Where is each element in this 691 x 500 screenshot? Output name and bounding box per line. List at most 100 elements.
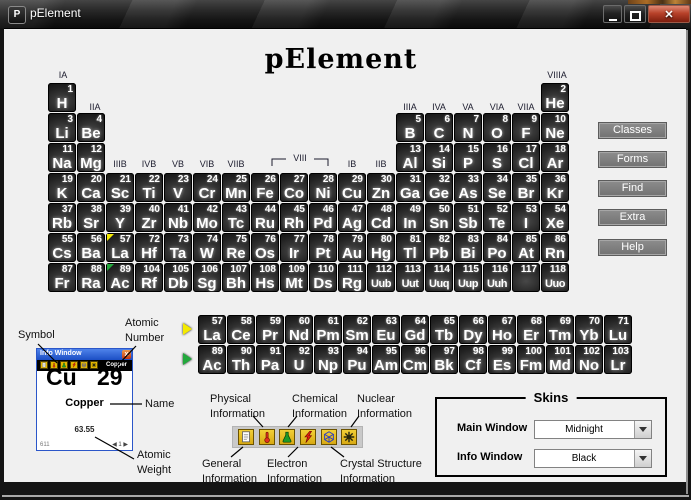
element-cell-Fe[interactable]: 26Fe xyxy=(251,173,279,202)
element-cell-Cr[interactable]: 24Cr xyxy=(193,173,221,202)
element-cell-Pt[interactable]: 78Pt xyxy=(309,233,337,262)
element-cell-Re[interactable]: 75Re xyxy=(222,233,250,262)
element-cell-Tc[interactable]: 43Tc xyxy=(222,203,250,232)
element-cell-Cs[interactable]: 55Cs xyxy=(48,233,76,262)
element-cell-Rf[interactable]: 104Rf xyxy=(135,263,163,292)
dropdown-arrow-icon[interactable] xyxy=(634,450,651,467)
element-cell-As[interactable]: 33As xyxy=(454,173,482,202)
element-cell-Uut[interactable]: 113Uut xyxy=(396,263,424,292)
element-cell-Zr[interactable]: 40Zr xyxy=(135,203,163,232)
element-cell-Au[interactable]: 79Au xyxy=(338,233,366,262)
main-window-skin-dropdown[interactable]: Midnight xyxy=(534,420,652,439)
element-cell-Bk[interactable]: 97Bk xyxy=(430,345,458,374)
info-window-skin-dropdown[interactable]: Black xyxy=(534,449,652,468)
element-cell-Be[interactable]: 4Be xyxy=(77,113,105,142)
element-cell-No[interactable]: 102No xyxy=(575,345,603,374)
element-cell-Lr[interactable]: 103Lr xyxy=(604,345,632,374)
element-cell-Pa[interactable]: 91Pa xyxy=(256,345,284,374)
element-cell-Li[interactable]: 3Li xyxy=(48,113,76,142)
element-cell-Rn[interactable]: 86Rn xyxy=(541,233,569,262)
find-button[interactable]: Find xyxy=(599,181,666,196)
element-cell-Tm[interactable]: 69Tm xyxy=(546,315,574,344)
element-cell-Se[interactable]: 34Se xyxy=(483,173,511,202)
element-cell-Ce[interactable]: 58Ce xyxy=(227,315,255,344)
element-cell-K[interactable]: 19K xyxy=(48,173,76,202)
element-cell-Nb[interactable]: 41Nb xyxy=(164,203,192,232)
element-cell-Pr[interactable]: 59Pr xyxy=(256,315,284,344)
element-cell-Nd[interactable]: 60Nd xyxy=(285,315,313,344)
crystal-structure-information-icon[interactable] xyxy=(321,429,337,445)
element-cell-Br[interactable]: 35Br xyxy=(512,173,540,202)
element-cell-Bh[interactable]: 107Bh xyxy=(222,263,250,292)
element-cell-Ne[interactable]: 10Ne xyxy=(541,113,569,142)
element-cell-Db[interactable]: 105Db xyxy=(164,263,192,292)
element-cell-Ge[interactable]: 32Ge xyxy=(425,173,453,202)
element-cell-Si[interactable]: 14Si xyxy=(425,143,453,172)
element-cell-B[interactable]: 5B xyxy=(396,113,424,142)
element-cell-Yb[interactable]: 70Yb xyxy=(575,315,603,344)
element-cell-Ba[interactable]: 56Ba xyxy=(77,233,105,262)
element-cell-Cu[interactable]: 29Cu xyxy=(338,173,366,202)
element-cell-Tl[interactable]: 81Tl xyxy=(396,233,424,262)
element-cell-Cl[interactable]: 17Cl xyxy=(512,143,540,172)
element-cell-Rb[interactable]: 37Rb xyxy=(48,203,76,232)
element-cell-Mn[interactable]: 25Mn xyxy=(222,173,250,202)
element-cell-Ar[interactable]: 18Ar xyxy=(541,143,569,172)
element-cell-V[interactable]: 23V xyxy=(164,173,192,202)
element-cell-P[interactable]: 15P xyxy=(454,143,482,172)
element-cell-Pm[interactable]: 61Pm xyxy=(314,315,342,344)
minimize-button[interactable] xyxy=(603,5,622,23)
chemical-information-icon[interactable] xyxy=(279,429,295,445)
element-cell-C[interactable]: 6C xyxy=(425,113,453,142)
element-cell-Sr[interactable]: 38Sr xyxy=(77,203,105,232)
element-cell-Am[interactable]: 95Am xyxy=(372,345,400,374)
element-cell-Rh[interactable]: 45Rh xyxy=(280,203,308,232)
element-cell-Gd[interactable]: 64Gd xyxy=(401,315,429,344)
element-cell-Sg[interactable]: 106Sg xyxy=(193,263,221,292)
element-cell-Ir[interactable]: 77Ir xyxy=(280,233,308,262)
element-cell-W[interactable]: 74W xyxy=(193,233,221,262)
element-cell-He[interactable]: 2He xyxy=(541,83,569,112)
element-cell-Hg[interactable]: 80Hg xyxy=(367,233,395,262)
element-cell-O[interactable]: 8O xyxy=(483,113,511,142)
titlebar[interactable]: P pElement xyxy=(0,0,691,28)
element-cell-Tb[interactable]: 65Tb xyxy=(430,315,458,344)
help-button[interactable]: Help xyxy=(599,240,666,255)
element-cell-Zn[interactable]: 30Zn xyxy=(367,173,395,202)
element-cell-Cm[interactable]: 96Cm xyxy=(401,345,429,374)
element-cell-Dy[interactable]: 66Dy xyxy=(459,315,487,344)
element-cell-Pb[interactable]: 82Pb xyxy=(425,233,453,262)
element-cell-Na[interactable]: 11Na xyxy=(48,143,76,172)
element-cell-Bi[interactable]: 83Bi xyxy=(454,233,482,262)
element-cell-Ra[interactable]: 88Ra xyxy=(77,263,105,292)
element-cell-Mt[interactable]: 109Mt xyxy=(280,263,308,292)
element-cell-Uuq[interactable]: 114Uuq xyxy=(425,263,453,292)
element-cell-Kr[interactable]: 36Kr xyxy=(541,173,569,202)
element-cell-Fm[interactable]: 100Fm xyxy=(517,345,545,374)
element-cell-Sm[interactable]: 62Sm xyxy=(343,315,371,344)
element-cell-Mo[interactable]: 42Mo xyxy=(193,203,221,232)
element-cell-Ru[interactable]: 44Ru xyxy=(251,203,279,232)
element-cell-La[interactable]: 57La xyxy=(198,315,226,344)
element-cell-H[interactable]: 1H xyxy=(48,83,76,112)
element-cell-Ho[interactable]: 67Ho xyxy=(488,315,516,344)
element-cell-Np[interactable]: 93Np xyxy=(314,345,342,374)
element-cell-Sc[interactable]: 21Sc xyxy=(106,173,134,202)
element-cell-Ac[interactable]: 89Ac xyxy=(198,345,226,374)
element-cell-Po[interactable]: 84Po xyxy=(483,233,511,262)
element-cell-Ti[interactable]: 22Ti xyxy=(135,173,163,202)
element-cell-Fr[interactable]: 87Fr xyxy=(48,263,76,292)
close-button[interactable]: ✕ xyxy=(648,5,690,23)
element-cell-Cd[interactable]: 48Cd xyxy=(367,203,395,232)
classes-button[interactable]: Classes xyxy=(599,123,666,138)
element-cell-La[interactable]: 57La xyxy=(106,233,134,262)
element-cell-Ni[interactable]: 28Ni xyxy=(309,173,337,202)
general-information-icon[interactable] xyxy=(238,429,254,445)
element-cell-Cf[interactable]: 98Cf xyxy=(459,345,487,374)
element-cell-Th[interactable]: 90Th xyxy=(227,345,255,374)
element-cell-Sb[interactable]: 51Sb xyxy=(454,203,482,232)
element-cell-Uuo[interactable]: 118Uuo xyxy=(541,263,569,292)
element-cell-Uuh[interactable]: 116Uuh xyxy=(483,263,511,292)
element-cell-Xe[interactable]: 54Xe xyxy=(541,203,569,232)
element-cell-Er[interactable]: 68Er xyxy=(517,315,545,344)
